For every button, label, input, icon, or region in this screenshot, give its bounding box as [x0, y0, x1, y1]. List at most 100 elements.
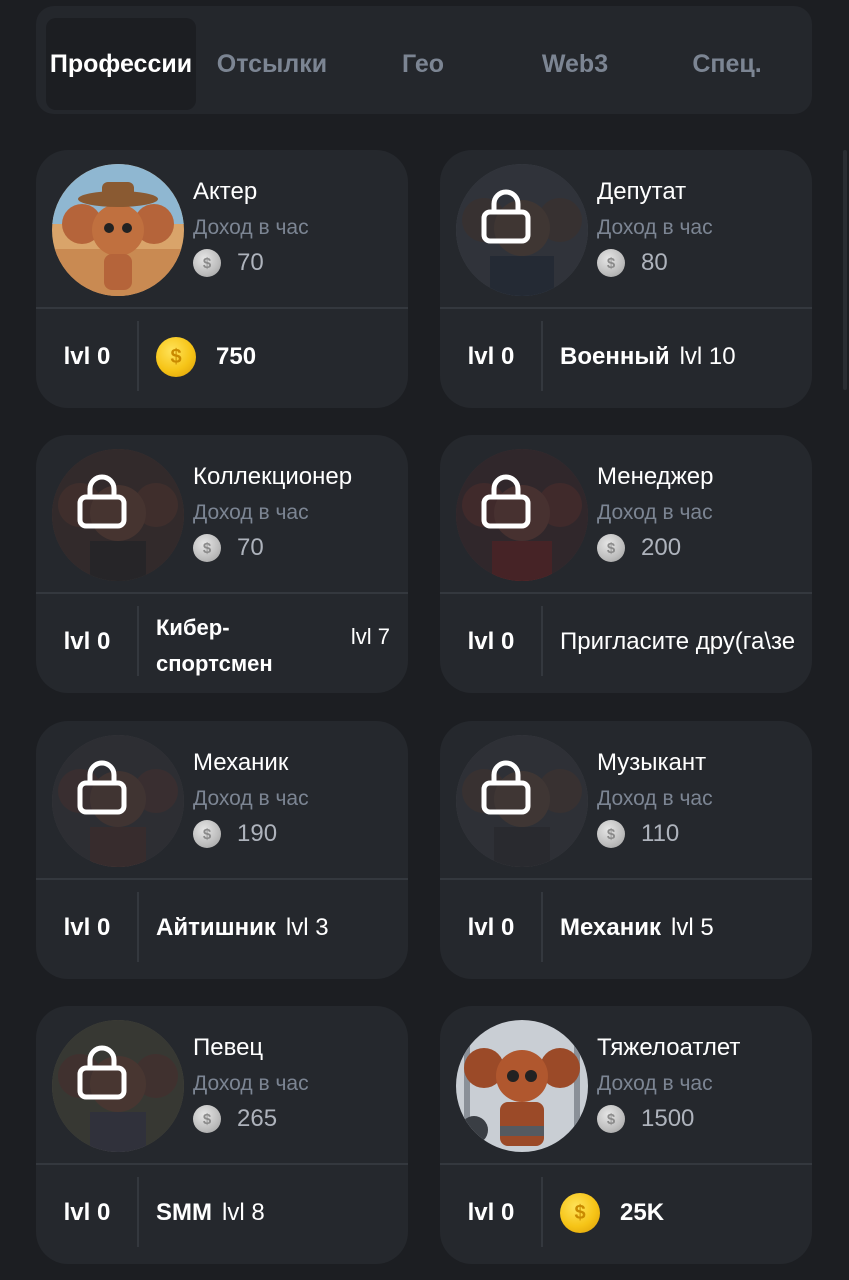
income-row: $ 70	[193, 533, 264, 563]
profession-name: Тяжелоатлет	[597, 1034, 741, 1061]
divider	[137, 606, 139, 676]
upgrade-button[interactable]: $ 750	[156, 309, 256, 405]
required-profession: Механик	[560, 914, 661, 941]
required-level: lvl 5	[670, 914, 714, 941]
profession-name: Коллекционер	[193, 463, 353, 490]
upgrade-button[interactable]: $ 25K	[560, 1165, 664, 1261]
profession-card-mechanic[interactable]: Механик Доход в час $ 190 lvl 0 Айтишник…	[36, 721, 408, 979]
required-level: lvl 7	[350, 624, 390, 649]
silver-coin-icon: $	[193, 1105, 221, 1133]
profession-name: Менеджер	[597, 463, 714, 490]
lock-icon	[77, 474, 127, 529]
level-label: lvl 0	[63, 1199, 111, 1226]
level-label: lvl 0	[467, 343, 515, 370]
income-label: Доход в час	[193, 787, 309, 810]
unlock-requirement: SMM lvl 8	[156, 1165, 265, 1261]
tab-geo[interactable]: Гео	[352, 18, 494, 110]
required-level: lvl 10	[679, 343, 736, 370]
silver-coin-icon: $	[193, 249, 221, 277]
lock-icon	[481, 189, 531, 244]
level-label: lvl 0	[63, 628, 111, 655]
profession-name: Музыкант	[597, 749, 707, 776]
income-value: 190	[237, 820, 278, 847]
income-value: 200	[641, 534, 682, 561]
tab-special[interactable]: Спец.	[656, 18, 798, 110]
divider	[541, 321, 543, 391]
profession-name: Депутат	[597, 178, 687, 205]
income-label: Доход в час	[597, 501, 713, 524]
silver-coin-icon: $	[597, 820, 625, 848]
silver-coin-icon: $	[193, 534, 221, 562]
profession-name: Актер	[193, 178, 258, 205]
tab-professions[interactable]: Профессии	[46, 18, 196, 110]
profession-card-deputy[interactable]: Депутат Доход в час $ 80 lvl 0 Военный l…	[440, 150, 812, 408]
income-label: Доход в час	[597, 1072, 713, 1095]
income-value: 70	[237, 534, 264, 561]
income-value: 80	[641, 249, 668, 276]
silver-coin-icon: $	[597, 534, 625, 562]
profession-card-weightlifter[interactable]: Тяжелоатлет Доход в час $ 1500 lvl 0 $ 2…	[440, 1006, 812, 1264]
unlock-requirement: Айтишник lvl 3	[156, 880, 329, 976]
tab-references[interactable]: Отсылки	[201, 18, 343, 110]
profession-name: Механик	[193, 749, 289, 776]
income-value: 1500	[641, 1105, 695, 1132]
required-level: lvl 8	[222, 1199, 265, 1226]
lock-icon	[481, 474, 531, 529]
upgrade-price: 750	[216, 343, 257, 370]
divider	[137, 321, 139, 391]
income-label: Доход в час	[193, 1072, 309, 1095]
divider	[541, 892, 543, 962]
profession-card-actor[interactable]: Актер Доход в час $ 70 lvl 0 $ 750	[36, 150, 408, 408]
gold-coin-icon: $	[156, 337, 196, 377]
unlock-requirement: Механик lvl 5	[560, 880, 714, 976]
tab-web3[interactable]: Web3	[504, 18, 646, 110]
required-level: lvl 3	[285, 914, 329, 941]
income-value: 70	[237, 249, 264, 276]
unlock-requirement: Военный lvl 10	[560, 309, 736, 405]
avatar-actor	[52, 164, 184, 296]
divider	[137, 892, 139, 962]
level-label: lvl 0	[467, 914, 515, 941]
income-label: Доход в час	[597, 216, 713, 239]
level-label: lvl 0	[63, 343, 111, 370]
required-profession-line2: спортсмен	[156, 651, 273, 676]
income-row: $ 110	[597, 819, 679, 849]
lock-icon	[77, 760, 127, 815]
required-profession: SMM	[156, 1199, 212, 1226]
silver-coin-icon: $	[193, 820, 221, 848]
income-label: Доход в час	[193, 216, 309, 239]
income-label: Доход в час	[597, 787, 713, 810]
income-row: $ 265	[193, 1104, 277, 1134]
profession-name: Певец	[193, 1034, 264, 1061]
level-label: lvl 0	[63, 914, 111, 941]
divider	[137, 1177, 139, 1247]
silver-coin-icon: $	[597, 249, 625, 277]
profession-card-manager[interactable]: Менеджер Доход в час $ 200 lvl 0 Приглас…	[440, 435, 812, 693]
income-row: $ 190	[193, 819, 277, 849]
profession-card-musician[interactable]: Музыкант Доход в час $ 110 lvl 0 Механик…	[440, 721, 812, 979]
divider	[541, 606, 543, 676]
avatar-weightlifter	[456, 1020, 588, 1152]
income-row: $ 70	[193, 248, 264, 278]
income-row: $ 80	[597, 248, 668, 278]
upgrade-price: 25K	[620, 1199, 665, 1226]
required-profession-line1: Кибер-	[156, 615, 230, 640]
profession-card-singer[interactable]: Певец Доход в час $ 265 lvl 0 SMM lvl 8	[36, 1006, 408, 1264]
silver-coin-icon: $	[597, 1105, 625, 1133]
scrollbar[interactable]	[843, 150, 847, 390]
income-value: 265	[237, 1105, 278, 1132]
profession-card-collector[interactable]: Коллекционер Доход в час $ 70 lvl 0 Кибе…	[36, 435, 408, 693]
required-profession: Военный	[560, 343, 670, 370]
gold-coin-icon: $	[560, 1193, 600, 1233]
income-value: 110	[641, 820, 680, 847]
divider	[541, 1177, 543, 1247]
required-profession: Айтишник	[156, 914, 276, 941]
level-label: lvl 0	[467, 628, 515, 655]
income-row: $ 200	[597, 533, 681, 563]
income-row: $ 1500	[597, 1104, 694, 1134]
invite-friends-text: Пригласите дру(га\зе	[560, 628, 796, 655]
income-label: Доход в час	[193, 501, 309, 524]
category-tabs: Профессии Отсылки Гео Web3 Спец.	[36, 6, 812, 114]
lock-icon	[481, 760, 531, 815]
lock-icon	[77, 1045, 127, 1100]
